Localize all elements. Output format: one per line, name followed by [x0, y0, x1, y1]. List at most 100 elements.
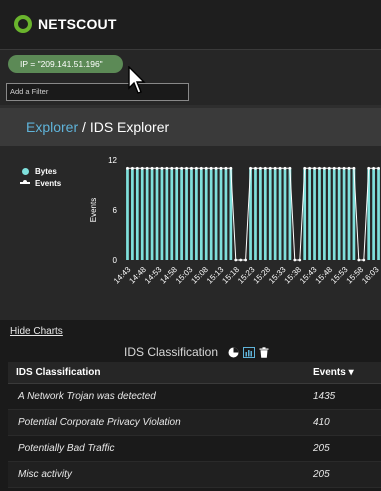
- events-point[interactable]: [165, 166, 169, 170]
- events-point[interactable]: [150, 166, 154, 170]
- bar[interactable]: [209, 168, 213, 260]
- events-point[interactable]: [170, 166, 174, 170]
- events-point[interactable]: [322, 166, 326, 170]
- events-point[interactable]: [249, 166, 252, 170]
- events-point[interactable]: [293, 258, 297, 262]
- breadcrumb-explorer-link[interactable]: Explorer: [26, 119, 78, 135]
- bar[interactable]: [308, 168, 311, 260]
- events-point[interactable]: [214, 166, 218, 170]
- bar[interactable]: [332, 168, 336, 260]
- events-point[interactable]: [367, 166, 371, 170]
- events-point[interactable]: [263, 166, 267, 170]
- bar[interactable]: [327, 168, 331, 260]
- events-point[interactable]: [318, 166, 321, 170]
- table-row[interactable]: Misc activity 205: [8, 462, 381, 488]
- events-point[interactable]: [244, 258, 248, 262]
- bar[interactable]: [175, 168, 179, 260]
- events-point[interactable]: [224, 166, 228, 170]
- bar[interactable]: [323, 168, 326, 260]
- bar[interactable]: [347, 168, 351, 260]
- legend-item-events[interactable]: Events: [20, 177, 61, 189]
- col-events[interactable]: Events ▾: [313, 367, 381, 378]
- bar[interactable]: [150, 168, 154, 260]
- events-point[interactable]: [204, 166, 208, 170]
- bar[interactable]: [145, 168, 149, 260]
- events-point[interactable]: [135, 166, 139, 170]
- bar[interactable]: [254, 168, 257, 260]
- bar[interactable]: [377, 168, 380, 260]
- bar[interactable]: [126, 168, 129, 260]
- bar[interactable]: [313, 168, 316, 260]
- events-point[interactable]: [283, 166, 287, 170]
- events-point[interactable]: [254, 166, 257, 170]
- bar[interactable]: [155, 168, 159, 260]
- bar[interactable]: [199, 168, 203, 260]
- events-point[interactable]: [199, 166, 203, 170]
- trash-icon[interactable]: [259, 346, 269, 358]
- bar[interactable]: [180, 168, 183, 260]
- events-point[interactable]: [145, 166, 149, 170]
- events-point[interactable]: [258, 166, 262, 170]
- bar[interactable]: [259, 168, 262, 260]
- events-point[interactable]: [337, 166, 341, 170]
- add-filter-input[interactable]: Add a Filter: [6, 83, 189, 101]
- bar[interactable]: [140, 168, 144, 260]
- events-point[interactable]: [140, 166, 144, 170]
- legend-item-bytes[interactable]: Bytes: [20, 165, 61, 177]
- events-point[interactable]: [313, 166, 316, 170]
- bar[interactable]: [190, 168, 193, 260]
- events-point[interactable]: [190, 166, 193, 170]
- events-point[interactable]: [229, 166, 233, 170]
- bar-chart-icon[interactable]: [243, 346, 256, 358]
- events-point[interactable]: [160, 166, 164, 170]
- events-point[interactable]: [268, 166, 272, 170]
- events-point[interactable]: [357, 258, 361, 262]
- events-point[interactable]: [308, 166, 312, 170]
- bar[interactable]: [278, 168, 282, 260]
- events-point[interactable]: [209, 166, 213, 170]
- bar[interactable]: [135, 168, 139, 260]
- hide-charts-link[interactable]: Hide Charts: [10, 326, 63, 337]
- events-point[interactable]: [175, 166, 179, 170]
- bar[interactable]: [224, 168, 228, 260]
- bar[interactable]: [342, 168, 346, 260]
- events-point[interactable]: [342, 166, 346, 170]
- events-point[interactable]: [332, 166, 336, 170]
- events-point[interactable]: [347, 166, 351, 170]
- events-point[interactable]: [185, 166, 188, 170]
- events-point[interactable]: [362, 258, 366, 262]
- events-point[interactable]: [194, 166, 198, 170]
- bar[interactable]: [214, 168, 218, 260]
- bar[interactable]: [131, 168, 134, 260]
- table-row[interactable]: A Network Trojan was detected 1435: [8, 384, 381, 410]
- table-row[interactable]: Potential Corporate Privacy Violation 41…: [8, 410, 381, 436]
- events-point[interactable]: [180, 166, 184, 170]
- ip-filter-chip[interactable]: IP = "209.141.51.196": [8, 55, 123, 73]
- events-point[interactable]: [126, 166, 129, 170]
- bar[interactable]: [273, 168, 277, 260]
- table-row[interactable]: Potentially Bad Traffic 205: [8, 436, 381, 462]
- bar[interactable]: [263, 168, 267, 260]
- bar[interactable]: [165, 168, 169, 260]
- bar[interactable]: [337, 168, 341, 260]
- bar[interactable]: [160, 168, 164, 260]
- events-point[interactable]: [327, 166, 331, 170]
- events-point[interactable]: [298, 258, 302, 262]
- bar[interactable]: [185, 168, 188, 260]
- events-point[interactable]: [219, 166, 223, 170]
- events-point[interactable]: [234, 258, 238, 262]
- events-point[interactable]: [352, 166, 356, 170]
- bar[interactable]: [268, 168, 272, 260]
- events-point[interactable]: [155, 166, 159, 170]
- bar[interactable]: [170, 168, 174, 260]
- col-ids-classification[interactable]: IDS Classification: [8, 367, 313, 378]
- events-point[interactable]: [239, 258, 243, 262]
- events-point[interactable]: [278, 166, 282, 170]
- pie-chart-icon[interactable]: [228, 347, 239, 358]
- events-point[interactable]: [377, 166, 380, 170]
- events-point[interactable]: [273, 166, 277, 170]
- bar[interactable]: [204, 168, 208, 260]
- bar[interactable]: [195, 168, 198, 260]
- events-point[interactable]: [303, 166, 307, 170]
- bar[interactable]: [318, 168, 321, 260]
